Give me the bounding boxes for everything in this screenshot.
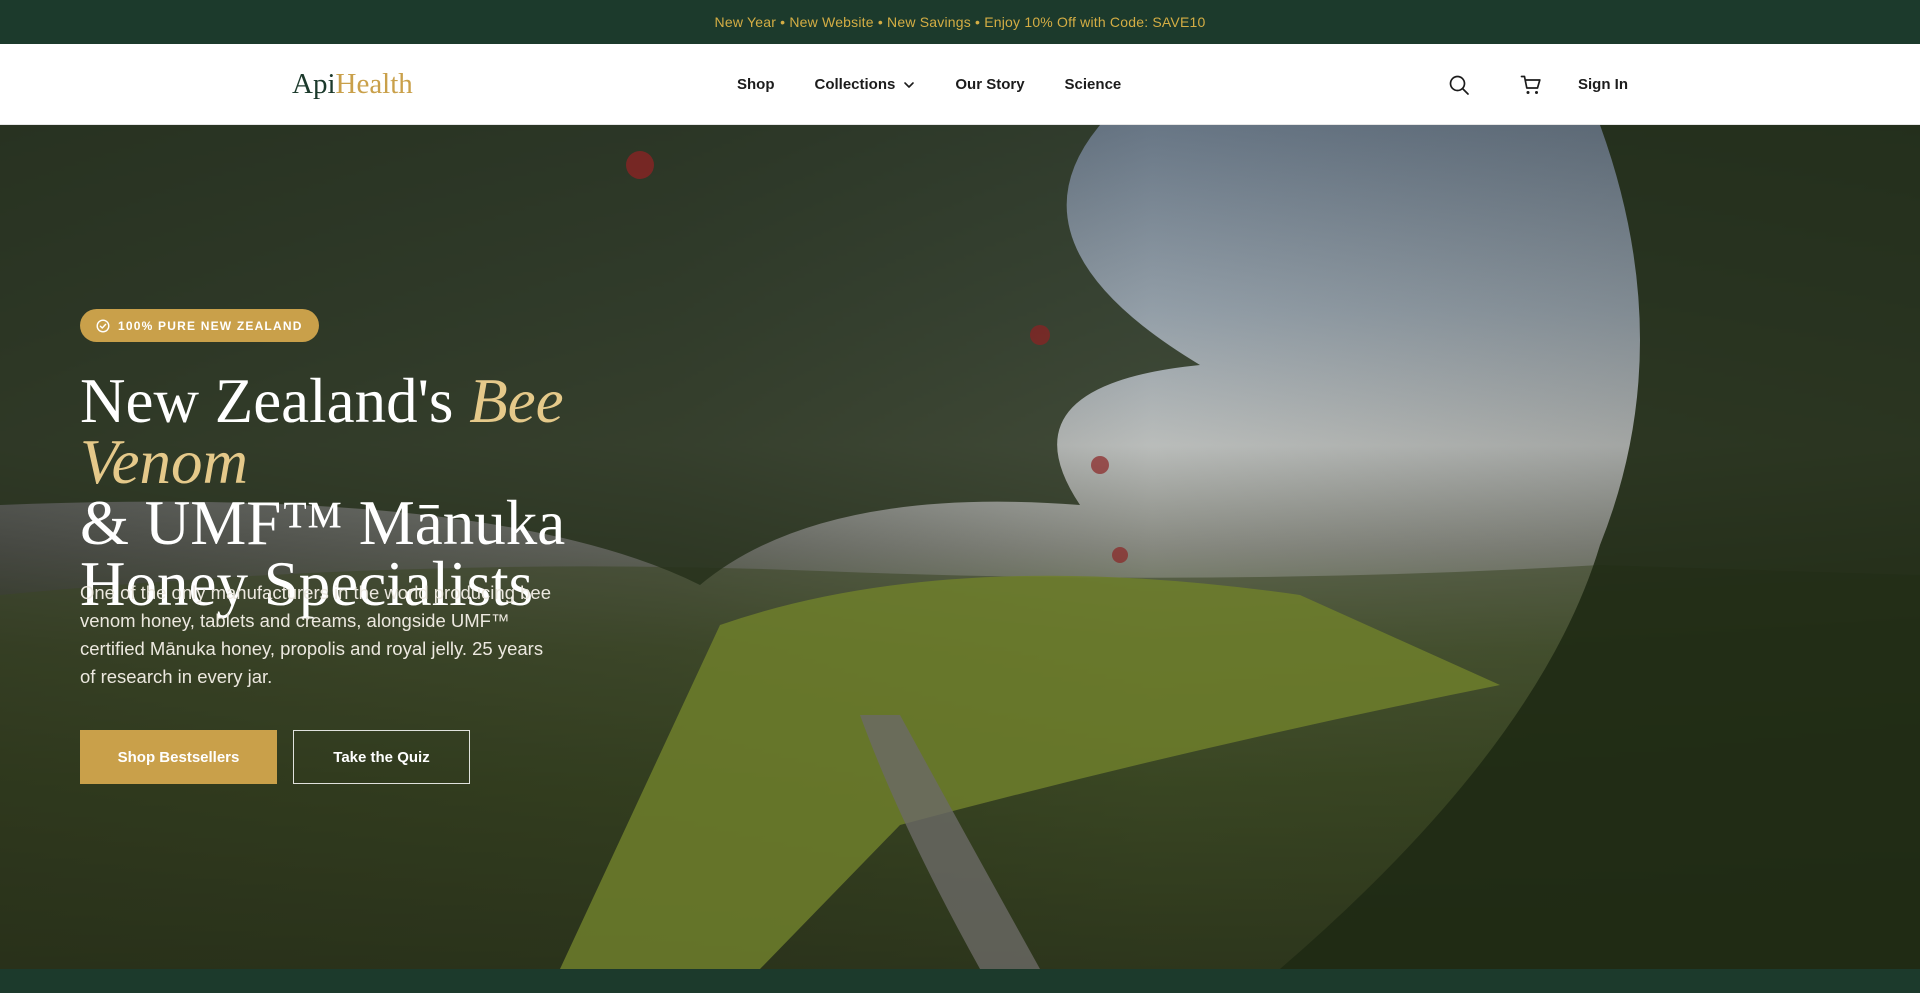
hero-subcopy: One of the only manufacturers in the wor… [80, 582, 552, 687]
main-menu: Shop Collections Our Story Science [737, 44, 1121, 125]
header-actions: Sign In [1448, 44, 1628, 125]
brand-logo[interactable]: ApiHealth [292, 70, 413, 99]
shop-bestsellers-button[interactable]: Shop Bestsellers [80, 730, 277, 784]
logo-part-1: Api [292, 68, 336, 100]
badge-text: 100% PURE NEW ZEALAND [118, 318, 303, 333]
nav-shop[interactable]: Shop [737, 76, 775, 93]
site-header: ApiHealth Shop Collections Our Story Sci… [0, 44, 1920, 125]
nav-collections-label: Collections [814, 76, 896, 93]
logo-part-2: Health [335, 68, 413, 100]
take-quiz-button[interactable]: Take the Quiz [293, 730, 470, 784]
check-circle-icon [96, 318, 110, 333]
announcement-text: New Year • New Website • New Savings • E… [714, 14, 1206, 30]
headline-part-1: New Zealand's [80, 366, 470, 436]
hero-section: 100% PURE NEW ZEALAND New Zealand's Bee … [0, 125, 1920, 969]
announcement-bar: New Year • New Website • New Savings • E… [0, 0, 1920, 44]
nav-our-story[interactable]: Our Story [955, 76, 1024, 93]
nav-collections[interactable]: Collections [815, 76, 916, 93]
origin-badge: 100% PURE NEW ZEALAND [80, 309, 319, 342]
nav-our-story-label: Our Story [955, 76, 1025, 93]
nav-shop-label: Shop [737, 76, 775, 93]
nav-science-label: Science [1064, 76, 1122, 93]
chevron-down-icon [903, 79, 915, 91]
next-section-band [0, 969, 1920, 993]
cart-icon[interactable] [1520, 74, 1542, 96]
nav-science[interactable]: Science [1065, 76, 1122, 93]
search-icon[interactable] [1448, 74, 1470, 96]
hero-cta-row: Shop Bestsellers Take the Quiz [80, 730, 470, 784]
sign-in-link[interactable]: Sign In [1578, 76, 1628, 93]
